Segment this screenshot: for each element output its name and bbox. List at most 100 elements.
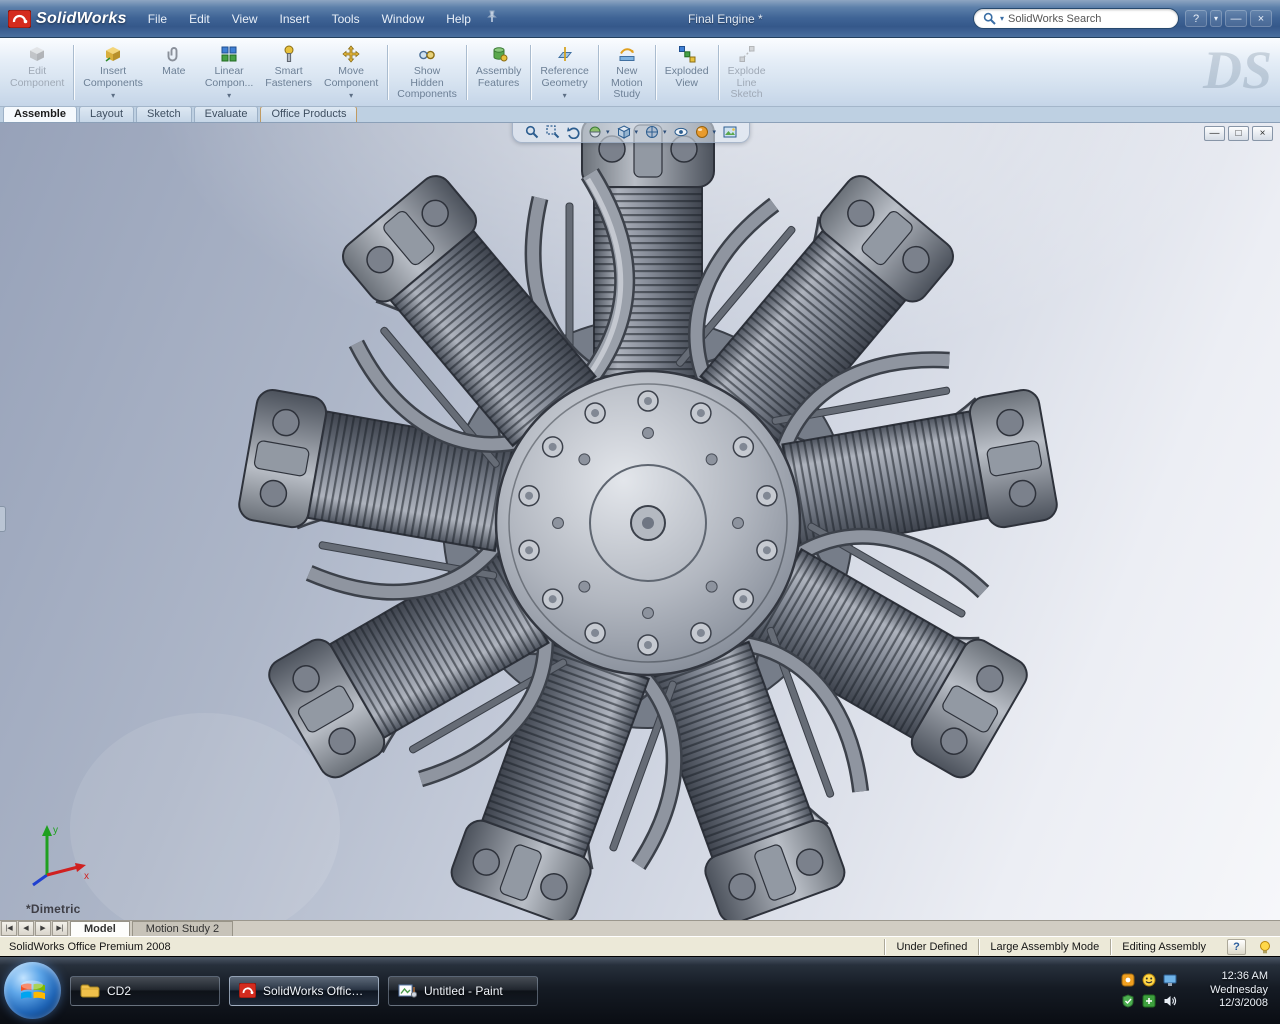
pin-menu-icon[interactable] <box>486 10 498 28</box>
menu-view[interactable]: View <box>221 8 269 30</box>
previous-view-icon[interactable] <box>567 125 581 139</box>
chevron-down-icon[interactable]: ▾ <box>349 90 353 102</box>
chevron-down-icon[interactable]: ▾ <box>563 90 567 102</box>
menu-edit[interactable]: Edit <box>178 8 221 30</box>
tab-motion-study-2[interactable]: Motion Study 2 <box>132 921 233 936</box>
tray-display-icon[interactable] <box>1163 973 1177 987</box>
search-input[interactable]: SolidWorks Search <box>1008 13 1169 25</box>
menu-insert[interactable]: Insert <box>269 8 321 30</box>
tab-assemble[interactable]: Assemble <box>3 106 77 122</box>
tab-office-products[interactable]: Office Products <box>260 106 357 122</box>
new-motion-study-button[interactable]: New Motion Study <box>602 41 652 106</box>
exploded-view-button[interactable]: Exploded View <box>659 41 715 106</box>
close-button[interactable]: × <box>1250 10 1272 27</box>
chevron-down-icon[interactable]: ▾ <box>111 90 115 102</box>
chevron-down-icon[interactable]: ▾ <box>663 128 667 136</box>
help-chevron-down-icon[interactable]: ▾ <box>1210 10 1222 27</box>
zoom-fit-icon[interactable] <box>525 125 539 139</box>
titlebar: SolidWorks File Edit View Insert Tools W… <box>0 0 1280 38</box>
chevron-down-icon[interactable]: ▾ <box>606 128 610 136</box>
quick-tips-help-button[interactable]: ? <box>1227 939 1246 955</box>
toolbar-separator <box>530 45 531 100</box>
tab-layout[interactable]: Layout <box>79 106 134 122</box>
status-editing-assembly: Editing Assembly <box>1110 939 1217 955</box>
mate-button[interactable]: Mate <box>149 41 199 106</box>
start-button[interactable] <box>4 962 61 1019</box>
new-motion-study-icon <box>618 44 636 64</box>
search-chevron-down-icon[interactable]: ▾ <box>1000 14 1004 23</box>
heads-up-view-toolbar: ▾ ▾ ▾ ▾ <box>512 123 750 143</box>
app-logo: SolidWorks <box>4 10 137 28</box>
search-box[interactable]: ▾ SolidWorks Search <box>973 8 1179 29</box>
scene-icon[interactable] <box>723 125 737 139</box>
command-toolbar: Edit Component Insert Components ▾ Mate … <box>0 38 1280 107</box>
tab-evaluate[interactable]: Evaluate <box>194 106 259 122</box>
solidworks-taskbar-icon <box>239 983 256 998</box>
chevron-down-icon[interactable]: ▾ <box>713 128 717 136</box>
next-tab-button[interactable]: ▶ <box>35 921 51 936</box>
explode-line-sketch-button: Explode Line Sketch <box>722 41 772 106</box>
status-under-defined: Under Defined <box>884 939 978 955</box>
graphics-area[interactable]: ▾ ▾ ▾ ▾ — □ × y x *Dimetric <box>0 123 1280 920</box>
zoom-area-icon[interactable] <box>546 125 560 139</box>
chevron-down-icon[interactable]: ▾ <box>635 128 639 136</box>
svg-text:x: x <box>84 871 89 882</box>
show-hidden-components-icon <box>418 44 436 64</box>
titlebar-right: ▾ SolidWorks Search ? ▾ — × <box>973 8 1272 29</box>
menu-tools[interactable]: Tools <box>321 8 371 30</box>
appearance-icon[interactable] <box>695 125 709 139</box>
display-style-icon[interactable] <box>645 125 659 139</box>
tab-model[interactable]: Model <box>70 921 130 936</box>
smart-fasteners-button[interactable]: Smart Fasteners <box>259 41 318 106</box>
move-component-icon <box>342 44 360 64</box>
taskbar-item-paint[interactable]: Untitled - Paint <box>388 976 538 1006</box>
help-button[interactable]: ? <box>1185 10 1207 27</box>
toolbar-separator <box>466 45 467 100</box>
section-view-icon[interactable] <box>588 125 602 139</box>
tab-sketch[interactable]: Sketch <box>136 106 192 122</box>
linear-pattern-icon <box>220 44 238 64</box>
model-tab-bar: |◀ ◀ ▶ ▶| Model Motion Study 2 <box>0 920 1280 936</box>
tray-update-icon[interactable] <box>1121 973 1135 987</box>
commandmanager-tabs: Assemble Layout Sketch Evaluate Office P… <box>0 107 1280 123</box>
hide-show-items-icon[interactable] <box>674 125 688 139</box>
viewport-restore-button[interactable]: □ <box>1228 126 1249 141</box>
toolbar-separator <box>73 45 74 100</box>
viewport-close-button[interactable]: × <box>1252 126 1273 141</box>
toolbar-separator <box>387 45 388 100</box>
tray-shield-icon[interactable] <box>1121 994 1135 1008</box>
tray-app-green-icon[interactable] <box>1142 994 1156 1008</box>
menu-help[interactable]: Help <box>435 8 482 30</box>
assembly-features-button[interactable]: Assembly Features <box>470 41 528 106</box>
linear-component-pattern-button[interactable]: Linear Compon... ▾ <box>199 41 259 106</box>
taskbar-item-solidworks[interactable]: SolidWorks Office P... <box>229 976 379 1006</box>
chevron-down-icon[interactable]: ▾ <box>227 90 231 102</box>
tray-volume-icon[interactable] <box>1163 994 1177 1008</box>
windows-taskbar: CD2 SolidWorks Office P... Untitled - Pa… <box>0 956 1280 1024</box>
menu-window[interactable]: Window <box>371 8 436 30</box>
solidworks-logo-icon <box>8 10 31 28</box>
minimize-button[interactable]: — <box>1225 10 1247 27</box>
taskbar-item-cd2[interactable]: CD2 <box>70 976 220 1006</box>
toolbar-separator <box>598 45 599 100</box>
svg-text:y: y <box>53 825 58 836</box>
ds-watermark: DS <box>1203 40 1272 100</box>
tray-smiley-icon[interactable] <box>1142 973 1156 987</box>
window-controls: ? ▾ — × <box>1185 10 1272 27</box>
insert-components-button[interactable]: Insert Components ▾ <box>77 41 149 106</box>
show-hidden-components-button[interactable]: Show Hidden Components <box>391 41 463 106</box>
explode-line-sketch-icon <box>738 44 756 64</box>
mate-icon <box>165 44 183 64</box>
quick-tips-icon[interactable] <box>1258 940 1272 954</box>
last-tab-button[interactable]: ▶| <box>52 921 68 936</box>
reference-geometry-button[interactable]: Reference Geometry ▾ <box>534 41 594 106</box>
taskbar-clock[interactable]: 12:36 AM Wednesday 12/3/2008 <box>1194 970 1268 1011</box>
first-tab-button[interactable]: |◀ <box>1 921 17 936</box>
pane-splitter-handle[interactable] <box>0 506 6 532</box>
previous-tab-button[interactable]: ◀ <box>18 921 34 936</box>
menu-file[interactable]: File <box>137 8 178 30</box>
search-icon <box>983 12 996 25</box>
view-orientation-icon[interactable] <box>617 125 631 139</box>
move-component-button[interactable]: Move Component ▾ <box>318 41 384 106</box>
viewport-minimize-button[interactable]: — <box>1204 126 1225 141</box>
